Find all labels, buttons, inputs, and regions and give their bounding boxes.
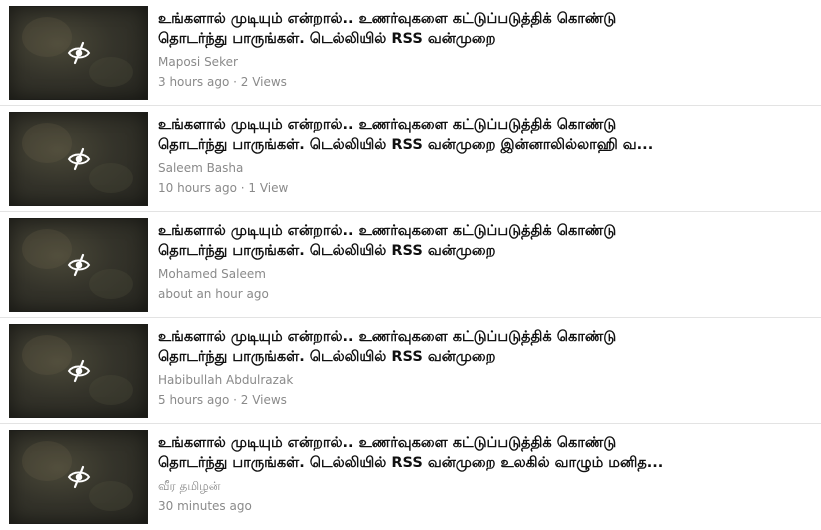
video-feed: உங்களால் முடியும் என்றால்.. உணர்வுகளை கட… (0, 0, 821, 526)
video-title-line: உங்களால் முடியும் என்றால்.. உணர்வுகளை கட… (158, 11, 617, 27)
thumbnail-blur (22, 229, 72, 269)
thumbnail-blur (22, 441, 72, 481)
thumbnail-blur (22, 123, 72, 163)
video-item[interactable]: உங்களால் முடியும் என்றால்.. உணர்வுகளை கட… (0, 212, 821, 318)
thumbnail-blur (22, 335, 72, 375)
video-title-line: தொடர்ந்து பாருங்கள். டெல்லியில் RSS வன்ம… (158, 137, 654, 153)
thumbnail-blur (89, 481, 133, 511)
thumbnail-blur (89, 57, 133, 87)
eye-slash-icon (67, 253, 91, 277)
thumbnail-blur (22, 17, 72, 57)
eye-slash-icon (67, 465, 91, 489)
eye-slash-icon (67, 359, 91, 383)
video-author[interactable]: Habibullah Abdulrazak (158, 373, 293, 387)
video-author[interactable]: Saleem Basha (158, 161, 243, 175)
video-title[interactable]: உங்களால் முடியும் என்றால்.. உணர்வுகளை கட… (158, 433, 798, 473)
video-meta: 5 hours ago · 2 Views (158, 393, 287, 407)
eye-slash-icon (67, 147, 91, 171)
video-title[interactable]: உங்களால் முடியும் என்றால்.. உணர்வுகளை கட… (158, 327, 798, 367)
video-title-line: தொடர்ந்து பாருங்கள். டெல்லியில் RSS வன்ம… (158, 31, 496, 47)
video-item[interactable]: உங்களால் முடியும் என்றால்.. உணர்வுகளை கட… (0, 424, 821, 530)
video-thumbnail[interactable] (9, 430, 148, 524)
video-author[interactable]: வீர தமிழன் (158, 479, 220, 495)
eye-slash-icon (67, 41, 91, 65)
video-item[interactable]: உங்களால் முடியும் என்றால்.. உணர்வுகளை கட… (0, 318, 821, 424)
video-title-line: தொடர்ந்து பாருங்கள். டெல்லியில் RSS வன்ம… (158, 243, 496, 259)
video-title-line: உங்களால் முடியும் என்றால்.. உணர்வுகளை கட… (158, 329, 617, 345)
video-title[interactable]: உங்களால் முடியும் என்றால்.. உணர்வுகளை கட… (158, 115, 798, 155)
video-meta: 10 hours ago · 1 View (158, 181, 289, 195)
video-thumbnail[interactable] (9, 112, 148, 206)
video-item[interactable]: உங்களால் முடியும் என்றால்.. உணர்வுகளை கட… (0, 106, 821, 212)
thumbnail-blur (89, 269, 133, 299)
thumbnail-blur (89, 163, 133, 193)
video-title-line: தொடர்ந்து பாருங்கள். டெல்லியில் RSS வன்ம… (158, 349, 496, 365)
video-author[interactable]: Mohamed Saleem (158, 267, 266, 281)
video-meta: about an hour ago (158, 287, 269, 301)
video-thumbnail[interactable] (9, 218, 148, 312)
video-title[interactable]: உங்களால் முடியும் என்றால்.. உணர்வுகளை கட… (158, 221, 798, 261)
video-thumbnail[interactable] (9, 6, 148, 100)
video-title-line: உங்களால் முடியும் என்றால்.. உணர்வுகளை கட… (158, 117, 617, 133)
video-meta: 30 minutes ago (158, 499, 252, 513)
video-author[interactable]: Maposi Seker (158, 55, 238, 69)
video-thumbnail[interactable] (9, 324, 148, 418)
video-item[interactable]: உங்களால் முடியும் என்றால்.. உணர்வுகளை கட… (0, 0, 821, 106)
thumbnail-blur (89, 375, 133, 405)
video-title-line: தொடர்ந்து பாருங்கள். டெல்லியில் RSS வன்ம… (158, 455, 664, 471)
video-title-line: உங்களால் முடியும் என்றால்.. உணர்வுகளை கட… (158, 223, 617, 239)
video-meta: 3 hours ago · 2 Views (158, 75, 287, 89)
video-title[interactable]: உங்களால் முடியும் என்றால்.. உணர்வுகளை கட… (158, 9, 798, 49)
video-title-line: உங்களால் முடியும் என்றால்.. உணர்வுகளை கட… (158, 435, 617, 451)
